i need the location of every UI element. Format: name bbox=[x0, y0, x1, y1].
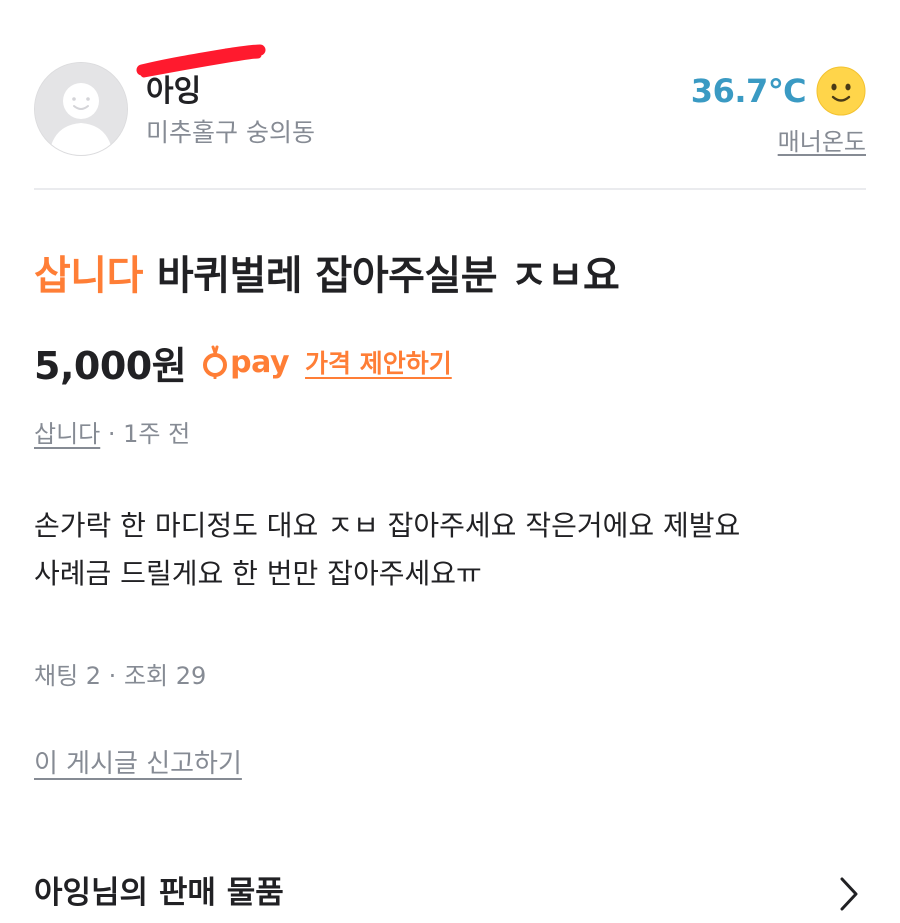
default-avatar-icon bbox=[35, 63, 127, 155]
post-title: 삽니다 바퀴벌레 잡아주실분 ㅈㅂ요 bbox=[34, 248, 620, 304]
post-time: · 1주 전 bbox=[100, 420, 191, 448]
price-offer-link[interactable]: 가격 제안하기 bbox=[305, 344, 452, 380]
post-description: 손가락 한 마디정도 대요 ㅈㅂ 잡아주세요 작은거에요 제발요 사례금 드릴게… bbox=[34, 502, 874, 598]
description-line: 사례금 드릴게요 한 번만 잡아주세요ㅠ bbox=[34, 557, 482, 590]
buy-tag: 삽니다 bbox=[34, 253, 143, 299]
manner-temperature[interactable]: 36.7℃ bbox=[691, 66, 866, 116]
manner-temperature-value: 36.7℃ bbox=[690, 72, 807, 110]
report-post-link[interactable]: 이 게시글 신고하기 bbox=[34, 743, 242, 780]
description-line: 손가락 한 마디정도 대요 ㅈㅂ 잡아주세요 작은거에요 제발요 bbox=[34, 509, 741, 542]
post-title-text: 바퀴벌레 잡아주실분 ㅈㅂ요 bbox=[156, 253, 620, 299]
pay-label: pay bbox=[230, 344, 290, 380]
post-stats: 채팅 2 · 조회 29 bbox=[34, 662, 207, 690]
karrot-pay-badge: pay bbox=[202, 344, 290, 380]
manner-temperature-label[interactable]: 매너온도 bbox=[778, 122, 866, 157]
seller-profile[interactable]: 아잉 미추홀구 숭의동 36.7℃ 매너온도 bbox=[34, 44, 866, 158]
smiley-face-icon bbox=[816, 66, 866, 116]
divider bbox=[34, 188, 866, 190]
price: 5,000원 bbox=[34, 343, 187, 388]
seller-items-row[interactable]: 아잉님의 판매 물품 bbox=[34, 870, 866, 920]
post-meta: 삽니다 · 1주 전 bbox=[34, 416, 190, 452]
seller-items-label: 아잉님의 판매 물품 bbox=[34, 875, 284, 911]
chevron-right-icon[interactable] bbox=[838, 876, 860, 912]
redaction-scribble bbox=[136, 44, 266, 78]
carrot-icon bbox=[203, 345, 228, 379]
price-row: 5,000원 pay 가격 제안하기 bbox=[34, 334, 452, 390]
avatar[interactable] bbox=[34, 62, 128, 156]
seller-location: 미추홀구 숭의동 bbox=[146, 118, 315, 147]
category-link[interactable]: 삽니다 bbox=[34, 420, 100, 448]
